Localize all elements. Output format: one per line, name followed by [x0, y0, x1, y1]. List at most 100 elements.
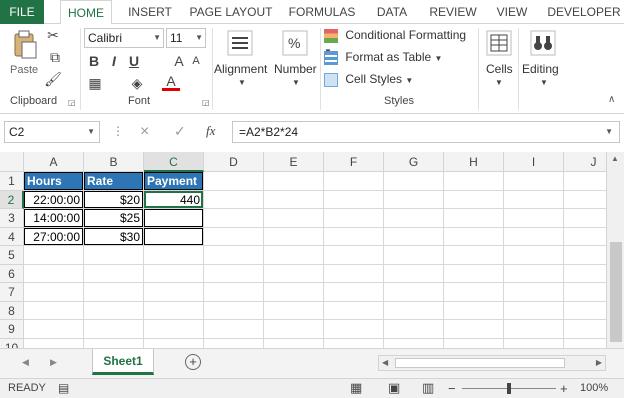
row-header-6[interactable]: 6	[0, 264, 24, 283]
font-size-select[interactable]: 11 ▼	[166, 28, 206, 48]
formula-input[interactable]: =A2*B2*24 ▼	[232, 121, 620, 143]
cell-e7[interactable]	[264, 283, 324, 302]
cell-i8[interactable]	[504, 301, 564, 320]
cell-f10[interactable]	[324, 338, 384, 348]
row-header-2[interactable]: 2	[0, 190, 24, 209]
cancel-icon[interactable]: ×	[140, 123, 149, 141]
column-header-h[interactable]: H	[444, 152, 504, 172]
cell-h4[interactable]	[444, 227, 504, 246]
cell-h2[interactable]	[444, 190, 504, 209]
conditional-formatting-button[interactable]: Conditional Formatting ▼	[324, 28, 474, 56]
horizontal-scrollbar[interactable]: ◀ ▶	[378, 355, 606, 371]
editing-button[interactable]: Editing ▼	[520, 28, 566, 92]
sheet-tab-sheet1[interactable]: Sheet1	[92, 349, 154, 375]
cell-e9[interactable]	[264, 320, 324, 339]
cell-b9[interactable]	[84, 320, 144, 339]
zoom-slider-thumb[interactable]	[507, 383, 511, 394]
cell-d9[interactable]	[204, 320, 264, 339]
cell-c8[interactable]	[144, 301, 204, 320]
cell-h6[interactable]	[444, 264, 504, 283]
cell-d3[interactable]	[204, 209, 264, 228]
scroll-left-icon[interactable]: ◀	[382, 358, 388, 367]
cell-f8[interactable]	[324, 301, 384, 320]
cell-h8[interactable]	[444, 301, 504, 320]
name-box[interactable]: C2 ▼	[4, 121, 100, 143]
page-break-view-icon[interactable]: ▥	[422, 380, 434, 396]
select-all-corner[interactable]	[0, 152, 24, 172]
cell-g2[interactable]	[384, 190, 444, 209]
cell-h7[interactable]	[444, 283, 504, 302]
cell-g10[interactable]	[384, 338, 444, 348]
cell-b7[interactable]	[84, 283, 144, 302]
cell-c3[interactable]	[144, 209, 204, 228]
page-layout-view-icon[interactable]: ▣	[388, 380, 400, 396]
column-header-i[interactable]: I	[504, 152, 564, 172]
collapse-ribbon-icon[interactable]: ∧	[608, 94, 615, 105]
cell-a6[interactable]	[24, 264, 84, 283]
cell-h9[interactable]	[444, 320, 504, 339]
cell-b6[interactable]	[84, 264, 144, 283]
font-color-icon[interactable]: A	[162, 74, 180, 91]
tab-page-layout[interactable]: PAGE LAYOUT	[186, 0, 276, 24]
cell-a2[interactable]: 22:00:00	[24, 190, 84, 209]
cell-f2[interactable]	[324, 190, 384, 209]
cell-b4[interactable]: $30	[84, 227, 144, 246]
scroll-thumb[interactable]	[395, 358, 565, 368]
font-launcher-icon[interactable]: ◲	[202, 98, 210, 107]
cell-f9[interactable]	[324, 320, 384, 339]
cell-f3[interactable]	[324, 209, 384, 228]
cell-e10[interactable]	[264, 338, 324, 348]
cell-g5[interactable]	[384, 246, 444, 265]
cell-g4[interactable]	[384, 227, 444, 246]
cell-c10[interactable]	[144, 338, 204, 348]
cell-i9[interactable]	[504, 320, 564, 339]
cell-c9[interactable]	[144, 320, 204, 339]
row-header-4[interactable]: 4	[0, 227, 24, 246]
column-header-f[interactable]: F	[324, 152, 384, 172]
paste-button[interactable]: Paste	[6, 28, 42, 84]
row-header-9[interactable]: 9	[0, 320, 24, 339]
cell-h3[interactable]	[444, 209, 504, 228]
cell-h5[interactable]	[444, 246, 504, 265]
cell-j5[interactable]	[564, 246, 606, 265]
borders-icon[interactable]: ▦	[86, 74, 104, 92]
number-button[interactable]: % Number ▼	[272, 28, 320, 92]
row-header-5[interactable]: 5	[0, 246, 24, 265]
cell-d4[interactable]	[204, 227, 264, 246]
cell-g1[interactable]	[384, 172, 444, 191]
format-as-table-button[interactable]: Format as Table ▼	[324, 50, 474, 68]
zoom-in-button[interactable]: +	[560, 381, 568, 396]
column-header-c[interactable]: C	[144, 152, 204, 172]
macro-record-icon[interactable]: ▤	[58, 381, 69, 395]
normal-view-icon[interactable]: ▦	[350, 380, 362, 396]
cells-button[interactable]: Cells ▼	[482, 28, 516, 92]
tab-review[interactable]: REVIEW	[424, 0, 482, 24]
column-header-j[interactable]: J	[564, 152, 606, 172]
column-header-a[interactable]: A	[24, 152, 84, 172]
column-header-e[interactable]: E	[264, 152, 324, 172]
cell-i10[interactable]	[504, 338, 564, 348]
cell-j10[interactable]	[564, 339, 606, 349]
cell-j7[interactable]	[564, 283, 606, 302]
column-header-g[interactable]: G	[384, 152, 444, 172]
cell-a5[interactable]	[24, 246, 84, 265]
cell-a10[interactable]	[24, 338, 84, 348]
cell-e3[interactable]	[264, 209, 324, 228]
row-header-7[interactable]: 7	[0, 283, 24, 302]
cell-f6[interactable]	[324, 264, 384, 283]
cell-j1[interactable]	[564, 172, 606, 191]
cell-i4[interactable]	[504, 227, 564, 246]
cell-j6[interactable]	[564, 265, 606, 283]
increase-font-icon[interactable]: B	[86, 52, 102, 70]
scroll-thumb[interactable]	[610, 242, 622, 342]
cell-d8[interactable]	[204, 301, 264, 320]
cell-c7[interactable]	[144, 283, 204, 302]
cell-c4[interactable]	[144, 227, 204, 246]
cell-a1[interactable]: Hours	[24, 172, 84, 191]
cell-j8[interactable]	[564, 302, 606, 320]
format-painter-icon[interactable]: 🖌	[44, 70, 62, 88]
cell-d7[interactable]	[204, 283, 264, 302]
cell-g9[interactable]	[384, 320, 444, 339]
row-header-10[interactable]: 10	[0, 338, 24, 348]
vertical-scrollbar[interactable]: ▲	[606, 152, 624, 348]
